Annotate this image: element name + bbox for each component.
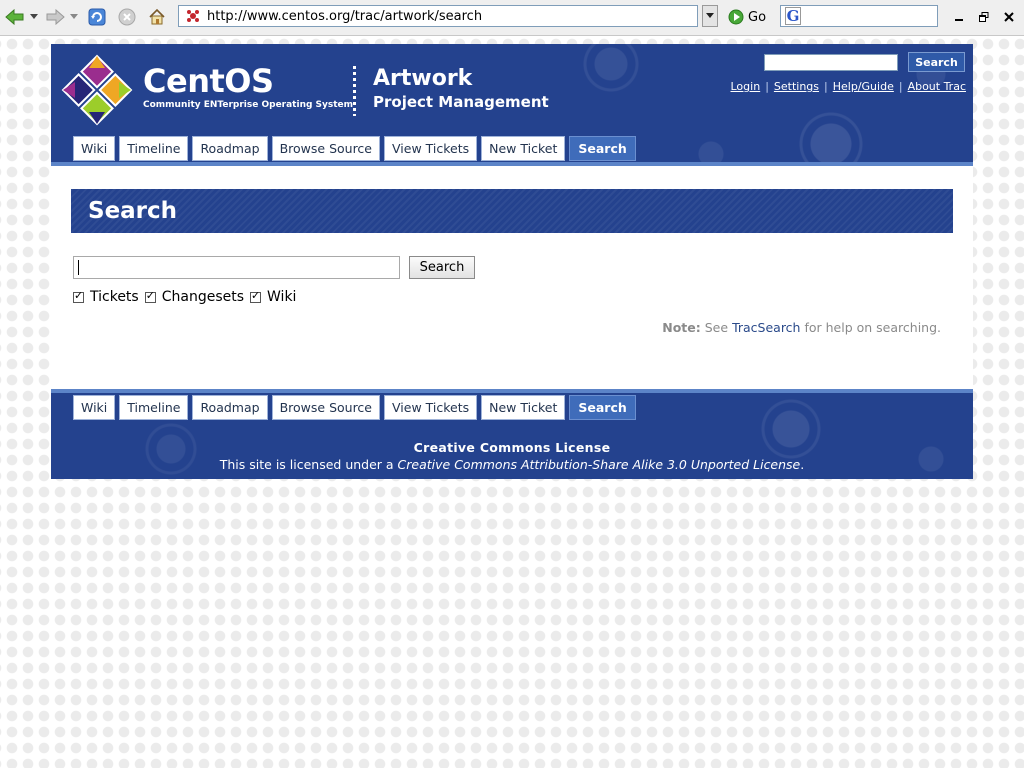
changesets-label[interactable]: Changesets — [162, 289, 244, 305]
about-trac-link[interactable]: About Trac — [908, 80, 966, 93]
minimize-button[interactable] — [950, 8, 968, 26]
project-subtitle: Project Management — [373, 93, 549, 111]
address-bar[interactable]: http://www.centos.org/trac/artwork/searc… — [178, 5, 698, 27]
search-engine-box[interactable]: G — [780, 5, 938, 27]
footer-tab-browse-source[interactable]: Browse Source — [271, 395, 380, 420]
note-text-before: See — [704, 320, 729, 335]
forward-button[interactable] — [44, 6, 66, 28]
meta-nav-separator: | — [898, 80, 903, 93]
site-footer: Wiki Timeline Roadmap Browse Source View… — [51, 389, 973, 479]
footer-tab-new-ticket[interactable]: New Ticket — [481, 395, 566, 420]
back-button[interactable] — [4, 6, 26, 28]
centos-logo-icon[interactable] — [61, 54, 133, 126]
go-label: Go — [748, 9, 767, 25]
license-suffix: . — [800, 457, 805, 472]
footer-nav-tabs: Wiki Timeline Roadmap Browse Source View… — [73, 395, 636, 420]
arrow-right-icon — [46, 9, 65, 25]
arrow-left-icon — [5, 9, 24, 25]
footer-tab-roadmap[interactable]: Roadmap — [192, 395, 268, 420]
page-content: CentOS Community ENTerprise Operating Sy… — [51, 44, 973, 479]
home-button[interactable] — [146, 6, 168, 28]
home-icon — [149, 8, 165, 25]
browser-toolbar: http://www.centos.org/trac/artwork/searc… — [0, 0, 1024, 36]
stop-button[interactable] — [116, 6, 138, 28]
license-link[interactable]: Creative Commons Attribution-Share Alike… — [398, 457, 801, 472]
forward-history-dropdown[interactable] — [68, 6, 80, 28]
project-title: Artwork — [373, 66, 473, 91]
minimize-icon — [955, 19, 963, 21]
close-icon — [1004, 12, 1014, 22]
chevron-down-icon — [30, 14, 38, 19]
footer-divider — [51, 389, 973, 393]
meta-nav-separator: | — [824, 80, 828, 93]
search-input[interactable] — [73, 256, 400, 279]
brand-name: CentOS — [143, 62, 274, 100]
tab-new-ticket[interactable]: New Ticket — [481, 136, 566, 161]
tickets-label[interactable]: Tickets — [90, 289, 139, 305]
tab-search[interactable]: Search — [569, 136, 636, 161]
footer-tab-wiki[interactable]: Wiki — [73, 395, 116, 420]
tickets-checkbox[interactable] — [73, 289, 84, 303]
login-link[interactable]: Login — [731, 80, 761, 93]
note-prefix: Note: — [662, 320, 701, 335]
tab-timeline[interactable]: Timeline — [119, 136, 189, 161]
chevron-down-icon — [706, 13, 714, 18]
footer-tab-timeline[interactable]: Timeline — [119, 395, 189, 420]
note-text-after: for help on searching. — [804, 320, 941, 335]
meta-nav: Login | Settings | Help/Guide | About Tr… — [731, 80, 967, 93]
help-guide-link[interactable]: Help/Guide — [833, 80, 894, 93]
brand-tagline: Community ENTerprise Operating System — [143, 100, 354, 110]
tab-browse-source[interactable]: Browse Source — [271, 136, 380, 161]
site-banner: CentOS Community ENTerprise Operating Sy… — [51, 44, 973, 166]
google-icon[interactable]: G — [785, 7, 801, 25]
footer-tab-view-tickets[interactable]: View Tickets — [384, 395, 478, 420]
wiki-label[interactable]: Wiki — [267, 289, 296, 305]
search-button[interactable]: Search — [409, 256, 475, 279]
restore-icon — [979, 12, 989, 22]
page-title: Search — [71, 189, 953, 233]
go-button[interactable]: Go — [728, 6, 766, 28]
brand-divider — [353, 66, 356, 116]
tab-view-tickets[interactable]: View Tickets — [384, 136, 478, 161]
footer-tab-search[interactable]: Search — [569, 395, 636, 420]
license-text: This site is licensed under a Creative C… — [51, 457, 973, 472]
chevron-down-icon — [70, 14, 78, 19]
banner-divider — [51, 162, 973, 166]
help-note: Note: See TracSearch for help on searchi… — [662, 320, 941, 335]
license-title: Creative Commons License — [413, 440, 611, 455]
site-search-button[interactable]: Search — [908, 52, 965, 72]
main-nav-tabs: Wiki Timeline Roadmap Browse Source View… — [73, 136, 636, 161]
search-filters: Tickets Changesets Wiki — [73, 289, 302, 305]
address-dropdown-button[interactable] — [702, 5, 718, 27]
license-prefix: This site is licensed under a — [219, 457, 394, 472]
back-history-dropdown[interactable] — [28, 6, 40, 28]
tab-roadmap[interactable]: Roadmap — [192, 136, 268, 161]
meta-nav-separator: | — [765, 80, 769, 93]
url-text[interactable]: http://www.centos.org/trac/artwork/searc… — [207, 9, 482, 24]
site-search-input[interactable] — [764, 54, 898, 71]
reload-button[interactable] — [86, 6, 108, 28]
wiki-checkbox[interactable] — [250, 289, 262, 303]
tab-wiki[interactable]: Wiki — [73, 136, 116, 161]
changesets-checkbox[interactable] — [144, 289, 156, 303]
stop-icon — [118, 8, 136, 26]
tracsearch-link[interactable]: TracSearch — [732, 320, 800, 335]
restore-button[interactable] — [975, 8, 993, 26]
close-window-button[interactable] — [1000, 8, 1018, 26]
settings-link[interactable]: Settings — [774, 80, 819, 93]
site-favicon-icon — [185, 8, 201, 24]
text-caret — [78, 260, 79, 275]
play-circle-icon — [728, 9, 744, 25]
reload-icon — [88, 8, 106, 26]
